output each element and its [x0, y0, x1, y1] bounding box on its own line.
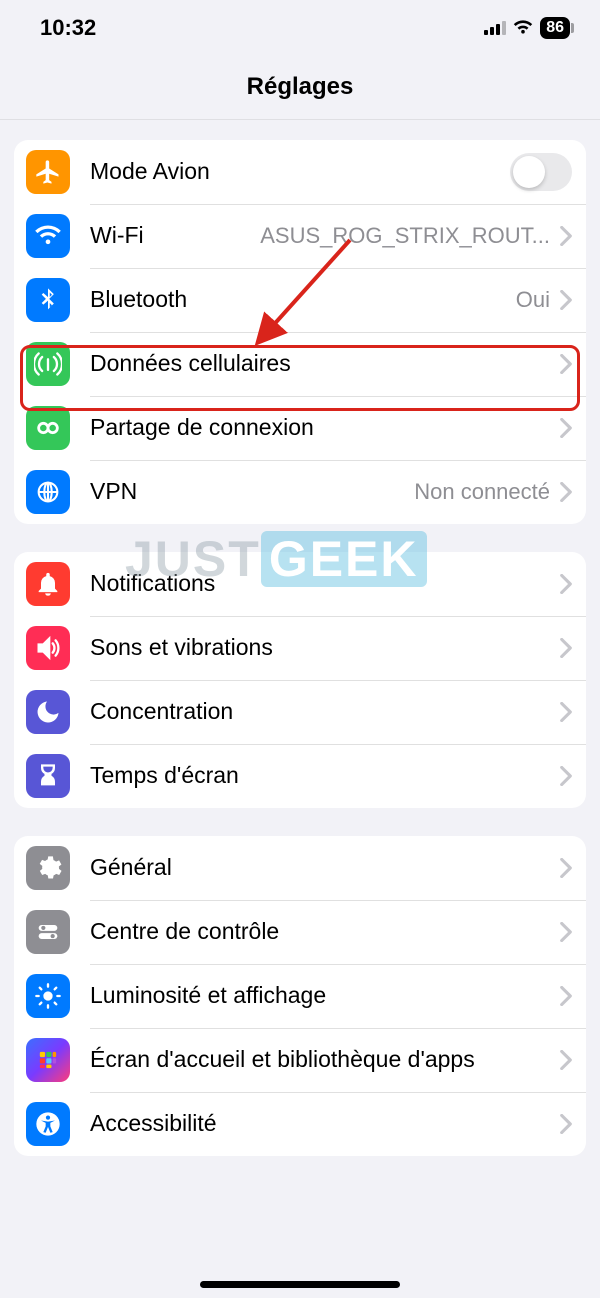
chevron-right-icon [560, 418, 572, 438]
chevron-right-icon [560, 922, 572, 942]
status-bar: 10:32 86 [0, 0, 600, 55]
row-screen-time[interactable]: Temps d'écran [14, 744, 586, 808]
row-notifications[interactable]: Notifications [14, 552, 586, 616]
notifications-icon [26, 562, 70, 606]
homescreen-icon [26, 1038, 70, 1082]
airplane-icon [26, 150, 70, 194]
row-display[interactable]: Luminosité et affichage [14, 964, 586, 1028]
row-label: Luminosité et affichage [90, 982, 326, 1010]
row-label: Bluetooth [90, 286, 187, 314]
chevron-right-icon [560, 574, 572, 594]
chevron-right-icon [560, 858, 572, 878]
row-cellular-data[interactable]: Données cellulaires [14, 332, 586, 396]
chevron-right-icon [560, 354, 572, 374]
row-label: Accessibilité [90, 1110, 217, 1138]
chevron-right-icon [560, 290, 572, 310]
accessibility-icon [26, 1102, 70, 1146]
airplane-toggle[interactable] [510, 153, 572, 191]
display-brightness-icon [26, 974, 70, 1018]
cellular-icon [26, 342, 70, 386]
page-title: Réglages [0, 55, 600, 120]
screentime-icon [26, 754, 70, 798]
row-label: VPN [90, 478, 137, 506]
row-vpn[interactable]: VPN Non connecté [14, 460, 586, 524]
row-focus[interactable]: Concentration [14, 680, 586, 744]
chevron-right-icon [560, 1114, 572, 1134]
row-label: Sons et vibrations [90, 634, 273, 662]
status-time: 10:32 [40, 15, 96, 41]
battery-badge: 86 [540, 17, 570, 39]
bluetooth-icon [26, 278, 70, 322]
chevron-right-icon [560, 226, 572, 246]
chevron-right-icon [560, 986, 572, 1006]
row-label: Données cellulaires [90, 350, 291, 378]
hotspot-icon [26, 406, 70, 450]
sounds-icon [26, 626, 70, 670]
row-label: Wi-Fi [90, 222, 144, 250]
row-value: ASUS_ROG_STRIX_ROUT... [260, 223, 550, 249]
chevron-right-icon [560, 638, 572, 658]
chevron-right-icon [560, 702, 572, 722]
row-value: Oui [516, 287, 550, 313]
row-general[interactable]: Général [14, 836, 586, 900]
chevron-right-icon [560, 1050, 572, 1070]
row-label: Général [90, 854, 172, 882]
row-personal-hotspot[interactable]: Partage de connexion [14, 396, 586, 460]
wifi-tile-icon [26, 214, 70, 258]
settings-group-device: Général Centre de contrôle Luminosité et… [14, 836, 586, 1156]
row-bluetooth[interactable]: Bluetooth Oui [14, 268, 586, 332]
row-label: Partage de connexion [90, 414, 314, 442]
cellular-signal-icon [484, 15, 506, 41]
wifi-icon [512, 15, 534, 41]
row-label: Écran d'accueil et bibliothèque d'apps [90, 1046, 475, 1074]
gear-icon [26, 846, 70, 890]
row-airplane-mode[interactable]: Mode Avion [14, 140, 586, 204]
settings-group-system: Notifications Sons et vibrations Concent… [14, 552, 586, 808]
row-home-screen[interactable]: Écran d'accueil et bibliothèque d'apps [14, 1028, 586, 1092]
home-indicator [200, 1281, 400, 1288]
row-accessibility[interactable]: Accessibilité [14, 1092, 586, 1156]
row-label: Concentration [90, 698, 233, 726]
row-value: Non connecté [414, 479, 550, 505]
row-label: Notifications [90, 570, 215, 598]
row-wifi[interactable]: Wi-Fi ASUS_ROG_STRIX_ROUT... [14, 204, 586, 268]
chevron-right-icon [560, 766, 572, 786]
row-control-center[interactable]: Centre de contrôle [14, 900, 586, 964]
row-label: Centre de contrôle [90, 918, 279, 946]
focus-icon [26, 690, 70, 734]
status-indicators: 86 [484, 15, 570, 41]
row-sounds[interactable]: Sons et vibrations [14, 616, 586, 680]
row-label: Temps d'écran [90, 762, 239, 790]
controlcenter-icon [26, 910, 70, 954]
row-label: Mode Avion [90, 158, 210, 186]
vpn-icon [26, 470, 70, 514]
settings-group-connectivity: Mode Avion Wi-Fi ASUS_ROG_STRIX_ROUT... … [14, 140, 586, 524]
chevron-right-icon [560, 482, 572, 502]
